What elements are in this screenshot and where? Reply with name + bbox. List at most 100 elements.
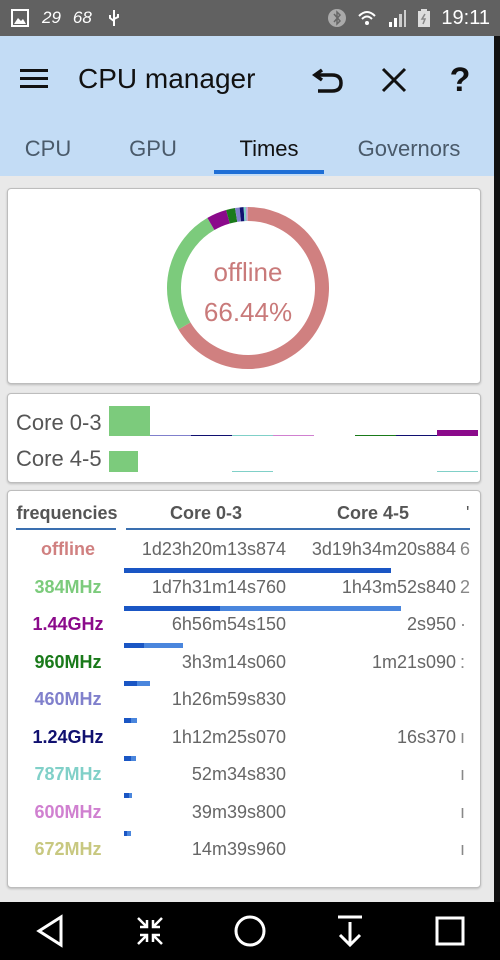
frequency-label: offline bbox=[41, 539, 95, 559]
core-bar-segment bbox=[191, 434, 232, 436]
tab-bar: CPU GPU Times Governors bbox=[0, 128, 494, 176]
time-progress-bar bbox=[124, 793, 133, 798]
recents-icon bbox=[435, 916, 465, 946]
collapse-button[interactable] bbox=[128, 909, 172, 953]
core-bars-card: Core 0-3 Core 4-5 bbox=[7, 393, 481, 483]
time-progress-current bbox=[124, 605, 220, 611]
core-4-5-time: 1m21s090 bbox=[371, 651, 456, 672]
frequency-label: 672MHz bbox=[34, 839, 102, 859]
donut-segment-960mhz bbox=[226, 208, 238, 224]
table-row: 1.24GHz 1h12m25s070 16s370 ı bbox=[8, 727, 482, 765]
core-bar-segment bbox=[109, 406, 150, 436]
core-bar-segment bbox=[109, 451, 138, 472]
time-progress-bar bbox=[124, 605, 402, 611]
tab-cpu[interactable]: CPU bbox=[0, 128, 96, 176]
tab-times[interactable]: Times bbox=[214, 128, 324, 176]
header-core-4-5[interactable]: Core 4-5 bbox=[290, 503, 456, 524]
frequency-label: 1.24GHz bbox=[32, 726, 104, 747]
core-bar-segment bbox=[273, 434, 314, 436]
bluetooth-icon bbox=[328, 9, 347, 27]
frequency-label: 600MHz bbox=[34, 801, 102, 822]
core-bars-chart bbox=[103, 402, 478, 474]
header-core-0-3[interactable]: Core 0-3 bbox=[126, 503, 286, 524]
recents-button[interactable] bbox=[428, 909, 472, 953]
core-bar-segment bbox=[396, 434, 437, 436]
extra-column-value: 6 bbox=[460, 539, 471, 559]
time-progress-bar bbox=[124, 718, 138, 723]
back-icon bbox=[36, 914, 63, 948]
core-0-3-time: 39m39s800 bbox=[191, 801, 286, 822]
download-button[interactable] bbox=[328, 909, 372, 953]
tab-gpu[interactable]: GPU bbox=[96, 128, 210, 176]
time-progress-bar bbox=[124, 680, 151, 686]
core-bar-segment bbox=[437, 430, 478, 436]
time-progress-bar bbox=[124, 755, 136, 761]
donut-card: offline 66.44% bbox=[7, 188, 481, 384]
core-0-3-time: 6h56m54s150 bbox=[171, 614, 286, 634]
app-title: CPU manager bbox=[78, 63, 256, 94]
time-progress-current bbox=[124, 830, 128, 836]
temp-29-icon: 29 bbox=[42, 8, 61, 27]
frequency-label: 460MHz bbox=[34, 689, 102, 709]
time-progress-bar bbox=[124, 643, 184, 648]
app-bar: CPU manager ? CPU GPU Times Governors bbox=[0, 36, 494, 176]
core-bar-segment bbox=[232, 470, 273, 472]
tab-governors[interactable]: Governors bbox=[324, 128, 494, 176]
time-progress-current bbox=[124, 793, 129, 798]
header-underline-freq bbox=[16, 528, 116, 530]
hamburger-menu-icon[interactable] bbox=[20, 68, 48, 90]
frequency-label: 384MHz bbox=[34, 576, 102, 597]
close-icon bbox=[381, 67, 407, 93]
core-0-3-time: 1d23h20m13s874 bbox=[141, 539, 286, 559]
core-4-5-time: 16s370 bbox=[396, 726, 456, 747]
table-row: 787MHz 52m34s830 ı bbox=[8, 764, 482, 802]
core-bar-segment bbox=[437, 470, 478, 472]
core-bar-segment bbox=[355, 434, 396, 436]
table-row: 1.44GHz 6h56m54s150 2s950 · bbox=[8, 614, 482, 652]
help-button[interactable]: ? bbox=[438, 58, 482, 102]
core-bar-segment bbox=[232, 434, 273, 436]
close-button[interactable] bbox=[372, 58, 416, 102]
download-icon bbox=[338, 915, 362, 948]
core-4-5-time: 1h43m52s840 bbox=[341, 576, 456, 597]
donut-chart: offline 66.44% bbox=[163, 195, 333, 380]
undo-button[interactable] bbox=[306, 58, 350, 102]
extra-column-value: 2 bbox=[460, 576, 471, 597]
core-0-3-time: 52m34s830 bbox=[191, 764, 286, 784]
donut-segment-1-44ghz bbox=[207, 210, 231, 231]
core-4-5-time: 3d19h34m20s884 bbox=[311, 539, 456, 559]
temp-68-icon: 68 bbox=[72, 8, 92, 27]
table-row: 460MHz 1h26m59s830 bbox=[8, 689, 482, 727]
extra-column-value: ı bbox=[460, 839, 466, 859]
donut-label: offline bbox=[213, 257, 283, 287]
wifi-icon bbox=[358, 11, 377, 25]
core-0-3-time: 3h3m14s060 bbox=[181, 651, 286, 672]
time-progress-current bbox=[124, 755, 131, 761]
time-progress-bar bbox=[124, 830, 131, 836]
core-bar-label-0: Core 0-3 bbox=[16, 410, 102, 435]
time-progress-bar bbox=[124, 568, 392, 573]
frequency-table-card: frequencies Core 0-3 Core 4-5 ' offline 1… bbox=[7, 490, 481, 888]
extra-column-value: : bbox=[460, 651, 466, 672]
core-0-3-time: 1h26m59s830 bbox=[171, 689, 286, 709]
undo-icon bbox=[312, 68, 343, 93]
collapse-icon bbox=[137, 917, 163, 945]
header-frequencies[interactable]: frequencies bbox=[14, 503, 120, 524]
image-icon bbox=[11, 9, 29, 27]
back-button[interactable] bbox=[28, 909, 72, 953]
core-bar-segment bbox=[150, 434, 191, 436]
core-4-5-time: 2s950 bbox=[406, 614, 456, 634]
table-row: 960MHz 3h3m14s060 1m21s090: bbox=[8, 652, 482, 690]
frequency-label: 1.44GHz bbox=[32, 614, 104, 634]
signal-icon bbox=[389, 10, 407, 27]
screen-edge bbox=[494, 36, 500, 902]
frequency-label: 787MHz bbox=[34, 764, 102, 784]
home-icon bbox=[234, 915, 266, 947]
time-progress-current bbox=[124, 680, 138, 686]
core-0-3-time: 1d7h31m14s760 bbox=[151, 576, 286, 597]
core-bar-label-1: Core 4-5 bbox=[16, 446, 102, 471]
status-bar: 29 68 19:11 bbox=[0, 0, 500, 36]
table-row: 384MHz 1d7h31m14s760 1h43m52s840 2 bbox=[8, 577, 482, 615]
home-button[interactable] bbox=[228, 909, 272, 953]
clock: 19:11 bbox=[441, 6, 490, 29]
